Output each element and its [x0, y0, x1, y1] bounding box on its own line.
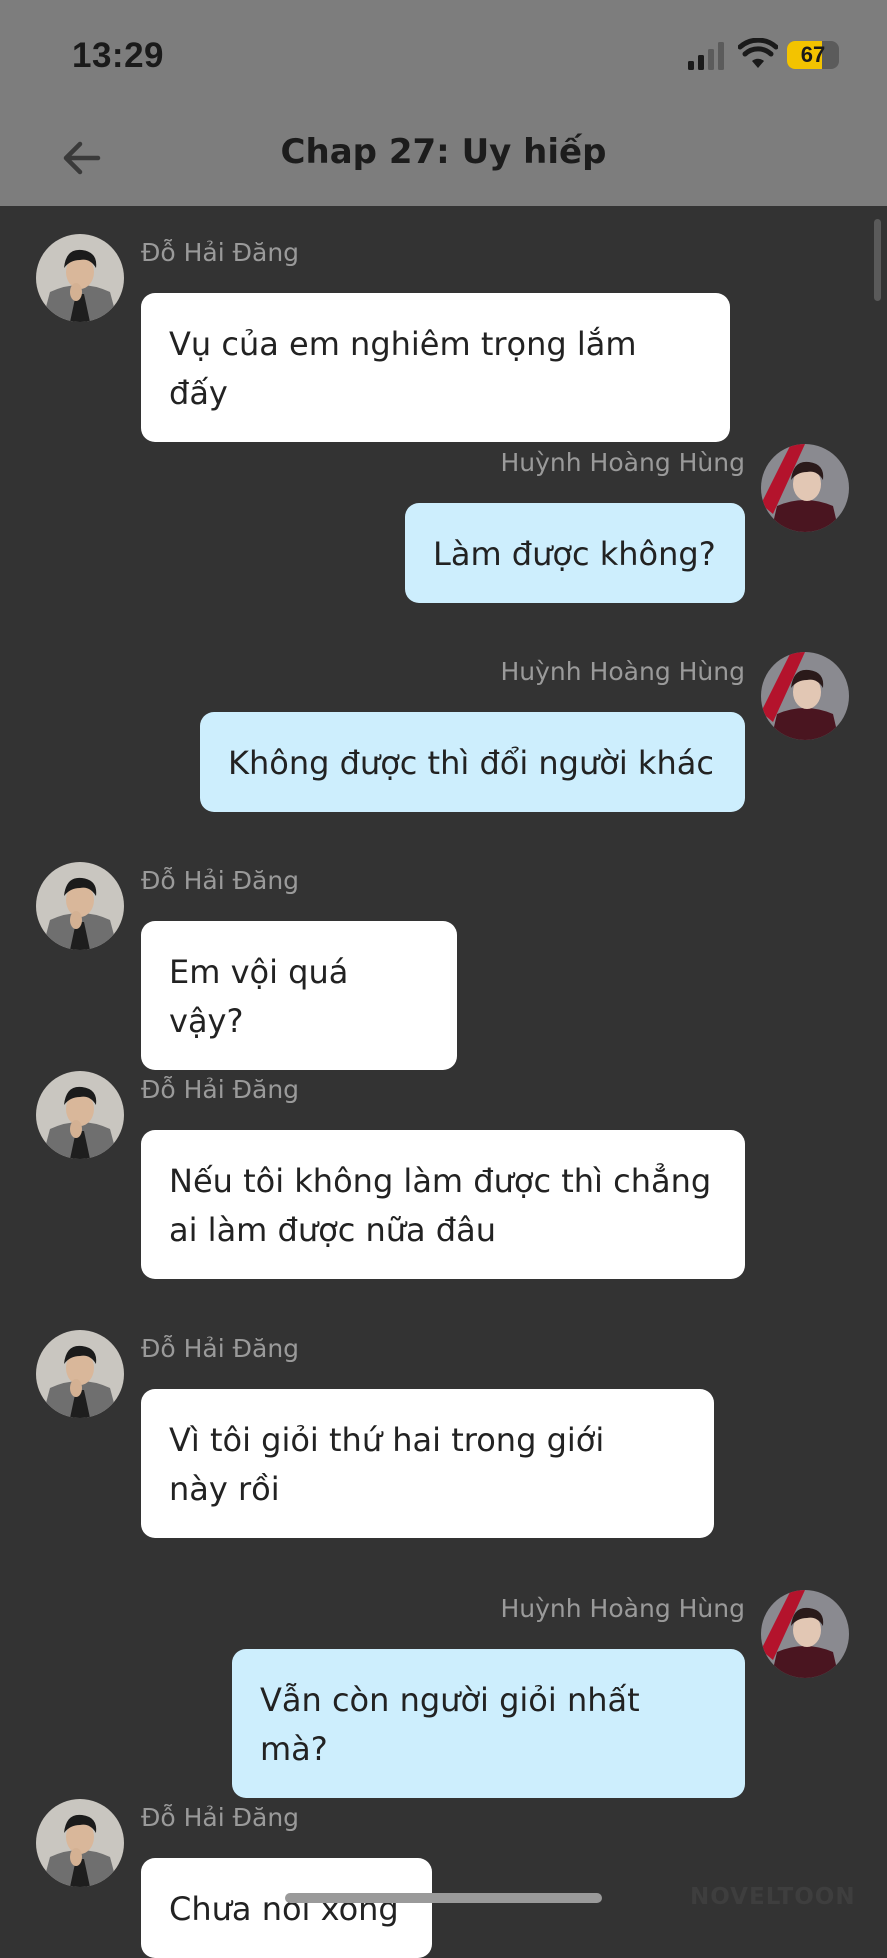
avatar[interactable] — [761, 1590, 849, 1678]
avatar[interactable] — [36, 1071, 124, 1159]
sender-name: Huỳnh Hoàng Hùng — [500, 657, 745, 686]
avatar[interactable] — [36, 862, 124, 950]
top-bar: 13:29 67 Chap 27: Uy hiếp — [0, 0, 887, 206]
sender-name: Đỗ Hải Đăng — [141, 238, 300, 267]
message-bubble[interactable]: Nếu tôi không làm được thì chẳng ai làm … — [141, 1130, 745, 1279]
sender-name: Đỗ Hải Đăng — [141, 866, 300, 895]
message-bubble[interactable]: Vụ của em nghiêm trọng lắm đấy — [141, 293, 730, 442]
message-bubble[interactable]: Làm được không? — [405, 503, 745, 603]
message-bubble[interactable]: Không được thì đổi người khác — [200, 712, 745, 812]
sender-name: Đỗ Hải Đăng — [141, 1334, 300, 1363]
message-bubble[interactable]: Em vội quá vậy? — [141, 921, 457, 1070]
avatar[interactable] — [36, 234, 124, 322]
home-indicator[interactable] — [285, 1893, 602, 1903]
message-bubble[interactable]: Chưa nói xong — [141, 1858, 432, 1958]
battery-icon: 67 — [787, 41, 839, 69]
wifi-icon — [738, 38, 778, 68]
avatar[interactable] — [761, 652, 849, 740]
scrollbar-thumb[interactable] — [874, 219, 881, 301]
back-button[interactable] — [58, 134, 106, 182]
battery-level-text: 67 — [800, 42, 826, 67]
message-bubble[interactable]: Vẫn còn người giỏi nhất mà? — [232, 1649, 745, 1798]
avatar[interactable] — [36, 1330, 124, 1418]
status-time: 13:29 — [72, 36, 165, 75]
sender-name: Huỳnh Hoàng Hùng — [500, 448, 745, 477]
sender-name: Huỳnh Hoàng Hùng — [500, 1594, 745, 1623]
sender-name: Đỗ Hải Đăng — [141, 1803, 300, 1832]
arrow-left-icon — [63, 141, 101, 175]
sender-name: Đỗ Hải Đăng — [141, 1075, 300, 1104]
watermark: NOVELTOON — [690, 1884, 856, 1910]
message-bubble[interactable]: Vì tôi giỏi thứ hai trong giới này rồi — [141, 1389, 714, 1538]
avatar[interactable] — [761, 444, 849, 532]
cellular-signal-icon — [688, 42, 724, 70]
chapter-title: Chap 27: Uy hiếp — [280, 132, 607, 172]
avatar[interactable] — [36, 1799, 124, 1887]
